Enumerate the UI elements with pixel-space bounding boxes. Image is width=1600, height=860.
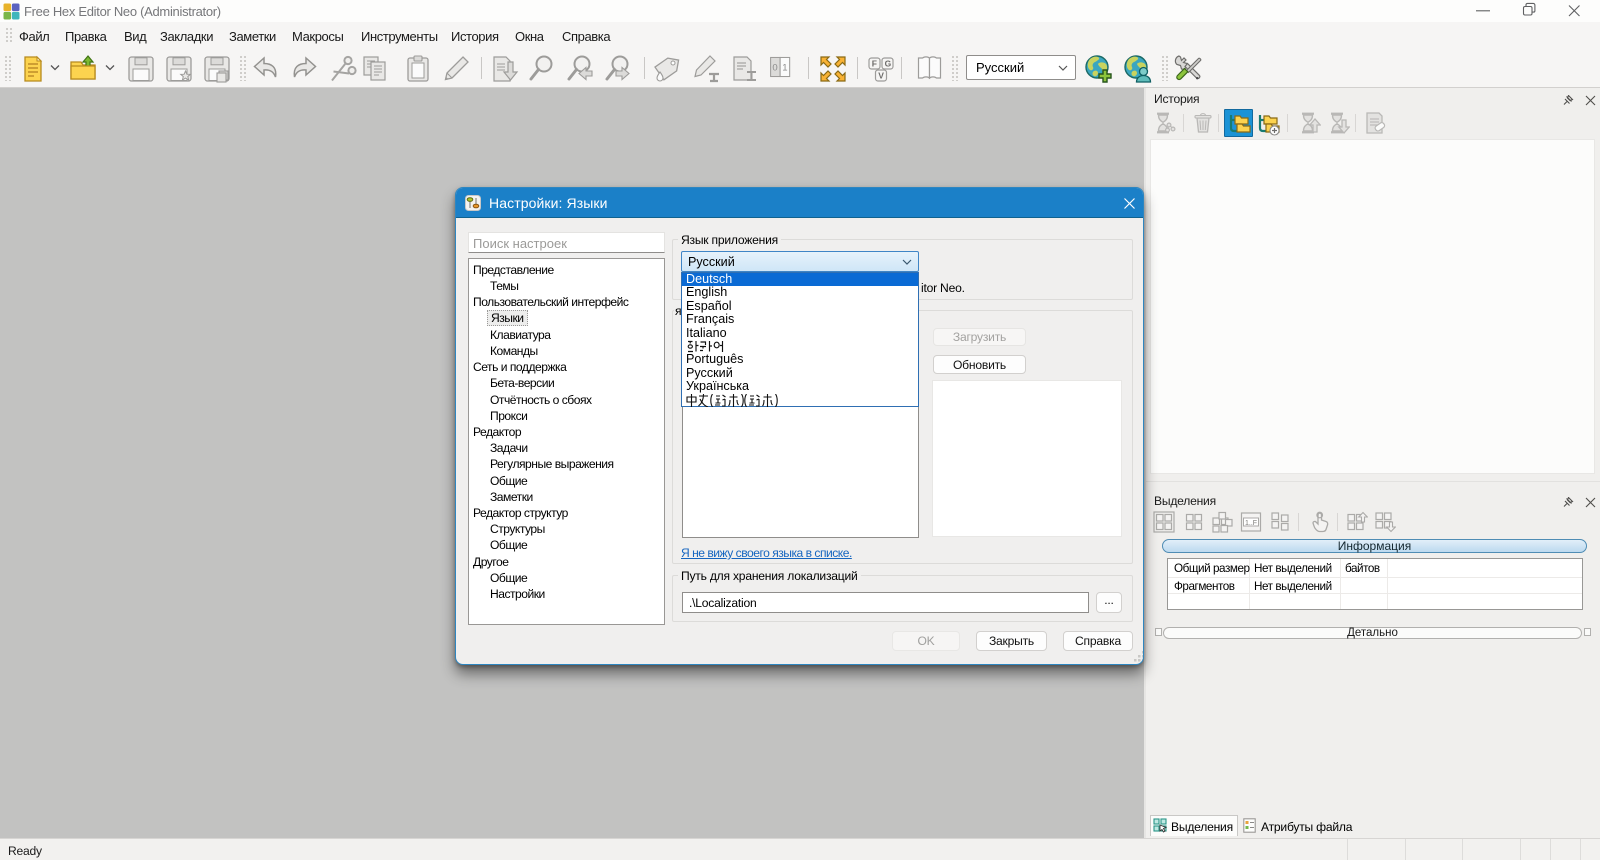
svg-text:G: G: [885, 58, 892, 68]
svg-text:1..F: 1..F: [1245, 520, 1257, 527]
svg-text:1: 1: [782, 62, 787, 73]
svg-text:F: F: [872, 58, 877, 68]
svg-text:0: 0: [772, 62, 777, 73]
svg-text:V: V: [878, 71, 884, 81]
